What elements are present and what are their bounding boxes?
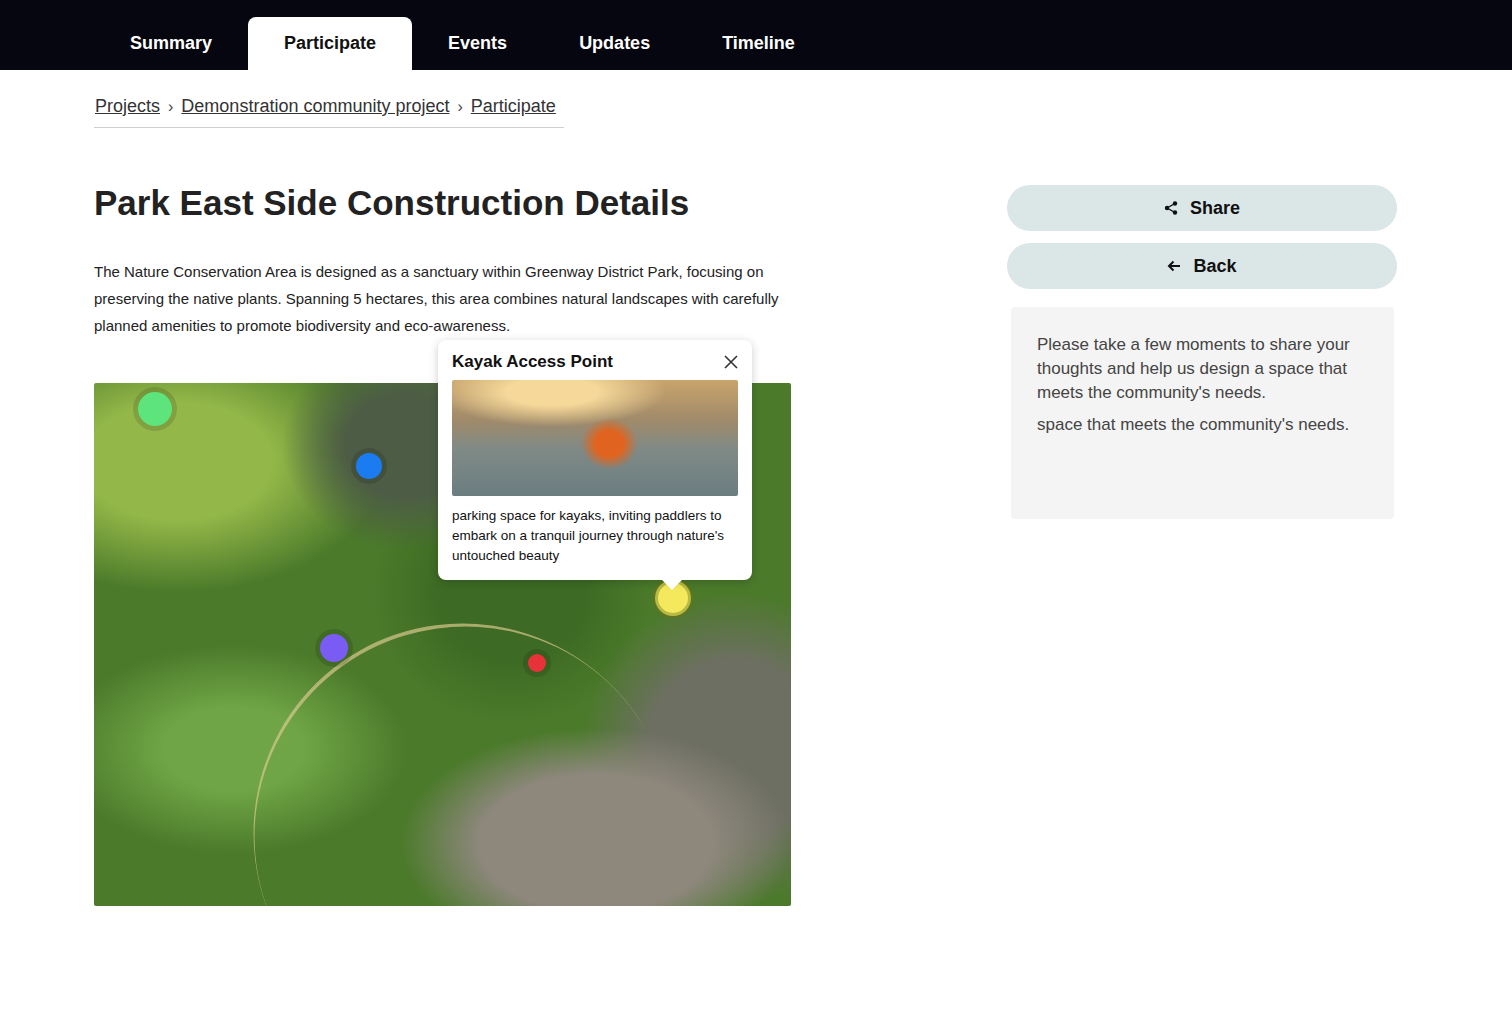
side-panel: Share Back Please take a few moments to sh…: [1007, 182, 1397, 906]
page-description: The Nature Conservation Area is designed…: [94, 258, 784, 339]
kayak-photo: [452, 380, 738, 496]
arrow-left-icon: [1167, 259, 1181, 273]
popup-title: Kayak Access Point: [452, 352, 613, 372]
info-box: Please take a few moments to share your …: [1011, 307, 1394, 519]
page-title: Park East Side Construction Details: [94, 182, 791, 224]
info-text: Please take a few moments to share your …: [1037, 333, 1368, 405]
nav-tab[interactable]: Timeline: [686, 17, 831, 70]
breadcrumb-link[interactable]: Demonstration community project: [181, 96, 449, 117]
map[interactable]: Kayak Access Pointparking space for kaya…: [94, 383, 791, 906]
top-nav: SummaryParticipateEventsUpdatesTimeline: [0, 0, 1512, 70]
share-icon: [1164, 201, 1178, 215]
map-pin[interactable]: [356, 453, 382, 479]
popup-header: Kayak Access Point: [452, 352, 738, 372]
map-pin[interactable]: [320, 634, 348, 662]
map-pin[interactable]: [528, 654, 546, 672]
nav-tab[interactable]: Events: [412, 17, 543, 70]
nav-tab[interactable]: Participate: [248, 17, 412, 70]
action-button[interactable]: Share: [1007, 185, 1397, 231]
map-pin[interactable]: [138, 392, 172, 426]
nav-tab[interactable]: Summary: [94, 17, 248, 70]
content: Park East Side Construction Details The N…: [0, 182, 1512, 906]
info-text: space that meets the community's needs.: [1037, 413, 1368, 437]
pin-popup: Kayak Access Point parking space for kaya…: [438, 340, 752, 580]
action-button[interactable]: Back: [1007, 243, 1397, 289]
page: SummaryParticipateEventsUpdatesTimelineP…: [0, 0, 1512, 1022]
main-column: Park East Side Construction Details The N…: [94, 182, 791, 906]
breadcrumb-separator: ›: [168, 98, 173, 116]
breadcrumb-separator: ›: [457, 98, 462, 116]
popup-description: parking space for kayaks, inviting paddl…: [452, 506, 738, 566]
breadcrumb-link[interactable]: Participate: [471, 96, 556, 117]
action-label: Back: [1193, 256, 1236, 277]
close-icon[interactable]: [724, 355, 738, 369]
breadcrumb: Projects › Demonstration community project…: [94, 96, 564, 128]
breadcrumb-link[interactable]: Projects: [95, 96, 160, 117]
nav-tab[interactable]: Updates: [543, 17, 686, 70]
action-label: Share: [1190, 198, 1240, 219]
